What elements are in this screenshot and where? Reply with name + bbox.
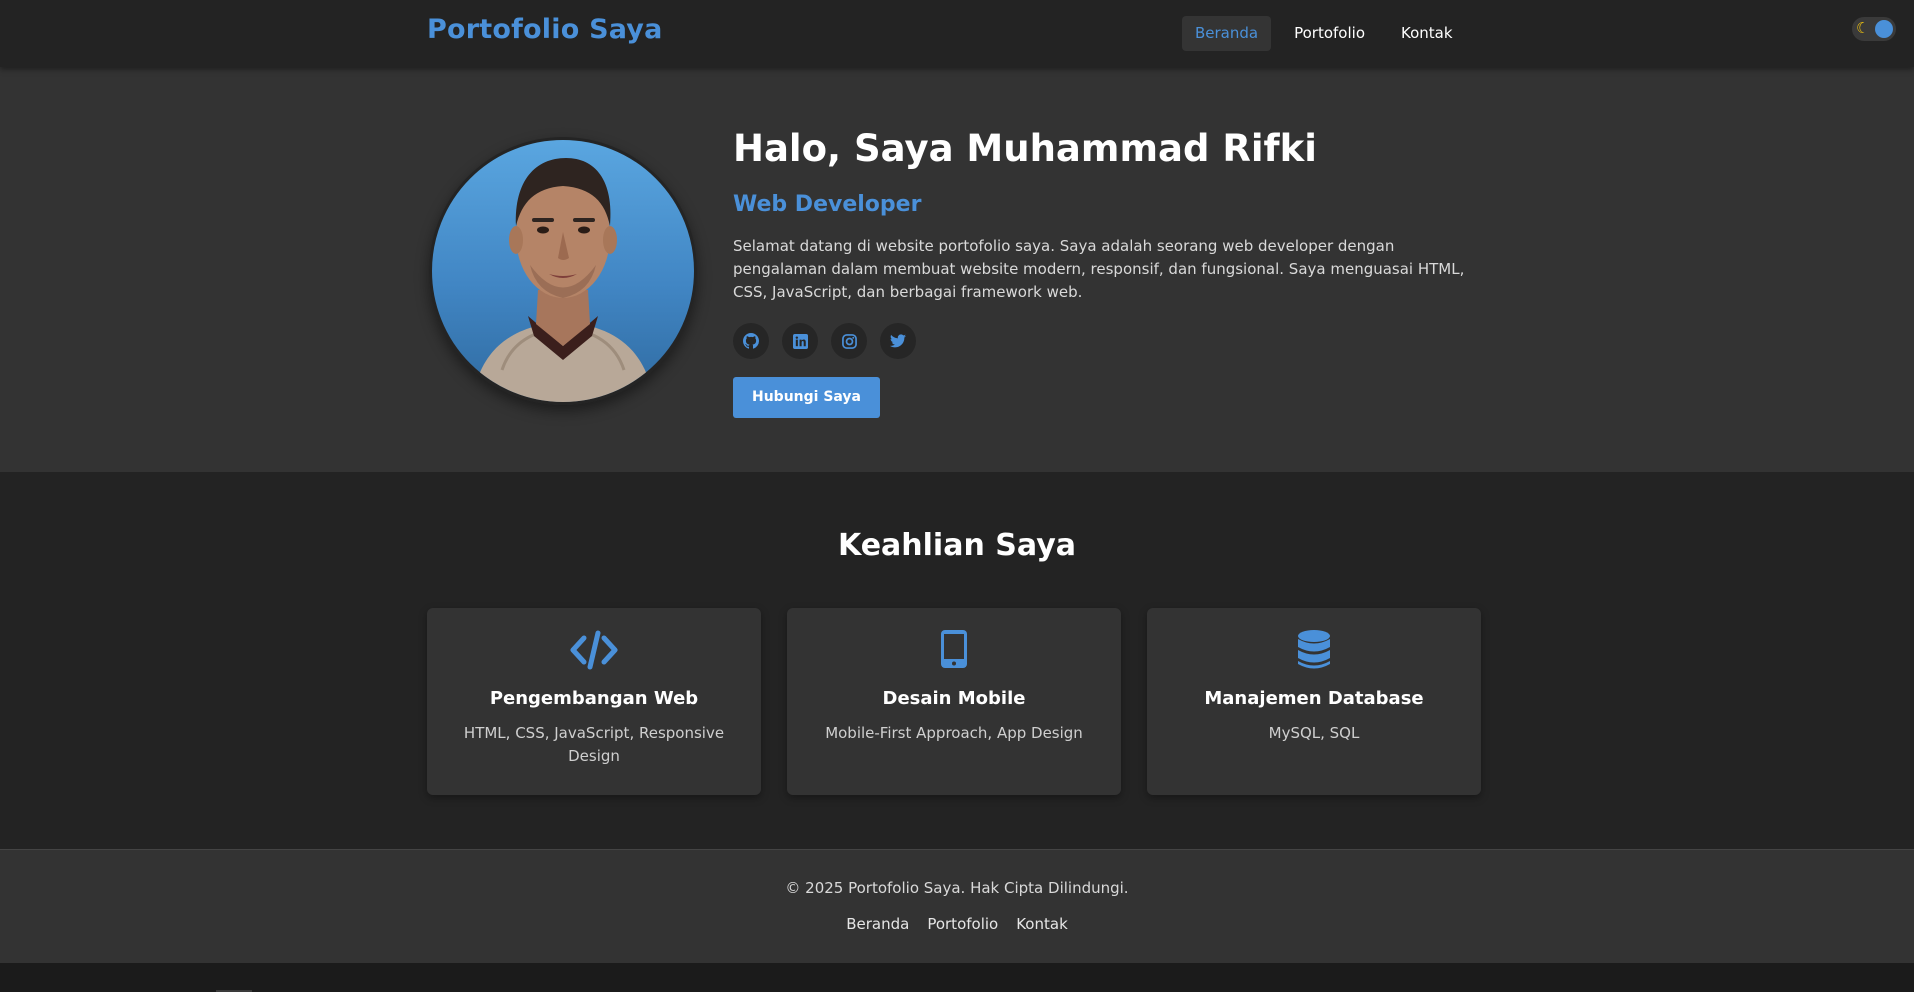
skills-title: Keahlian Saya xyxy=(837,528,1076,563)
database-icon xyxy=(1147,630,1481,670)
toggle-knob xyxy=(1875,20,1893,38)
navbar: Portofolio Saya Beranda Portofolio Konta… xyxy=(0,0,1914,67)
copyright-text: © 2025 Portofolio Saya. Hak Cipta Dilind… xyxy=(785,879,1129,897)
skill-card-title: Pengembangan Web xyxy=(489,688,699,709)
theme-toggle[interactable]: ☾ xyxy=(1852,17,1896,41)
page-bottom-edge xyxy=(0,963,1914,992)
github-icon[interactable] xyxy=(733,323,769,359)
skill-card-desc: Mobile-First Approach, App Design xyxy=(825,724,1083,742)
skill-card-title: Desain Mobile xyxy=(882,688,1026,709)
brand-logo[interactable]: Portofolio Saya xyxy=(427,14,663,45)
skill-card-web: Pengembangan Web HTML, CSS, JavaScript, … xyxy=(427,608,761,795)
twitter-icon[interactable] xyxy=(880,323,916,359)
hero-title: Halo, Saya Muhammad Rifki xyxy=(733,127,1317,170)
footer: © 2025 Portofolio Saya. Hak Cipta Dilind… xyxy=(0,849,1914,963)
nav-link-portofolio[interactable]: Portofolio xyxy=(1281,16,1378,51)
mobile-icon xyxy=(787,630,1121,670)
skill-card-mobile: Desain Mobile Mobile-First Approach, App… xyxy=(787,608,1121,795)
hero-section: Halo, Saya Muhammad Rifki Web Developer … xyxy=(0,67,1914,472)
profile-illustration xyxy=(472,158,654,402)
hero-description: Selamat datang di website portofolio say… xyxy=(733,237,1465,301)
profile-photo xyxy=(429,137,697,405)
code-icon xyxy=(427,630,761,670)
nav-link-beranda[interactable]: Beranda xyxy=(1182,16,1272,51)
skill-card-database: Manajemen Database MySQL, SQL xyxy=(1147,608,1481,795)
skill-card-desc: HTML, CSS, JavaScript, Responsive Design xyxy=(463,724,725,765)
main-nav: Beranda Portofolio Kontak xyxy=(1182,16,1466,51)
skills-section: Keahlian Saya Pengembangan Web HTML, CSS… xyxy=(0,472,1914,849)
footer-link-portofolio[interactable]: Portofolio xyxy=(927,915,998,933)
footer-link-beranda[interactable]: Beranda xyxy=(846,915,909,933)
contact-me-button[interactable]: Hubungi Saya xyxy=(733,377,880,418)
moon-icon: ☾ xyxy=(1856,19,1870,37)
nav-link-kontak[interactable]: Kontak xyxy=(1388,16,1466,51)
skill-card-desc: MySQL, SQL xyxy=(1268,724,1360,742)
social-links xyxy=(733,323,916,359)
hero-subtitle: Web Developer xyxy=(733,192,922,217)
footer-nav: Beranda Portofolio Kontak xyxy=(0,915,1914,933)
skill-card-title: Manajemen Database xyxy=(1204,688,1424,709)
linkedin-icon[interactable] xyxy=(782,323,818,359)
footer-link-kontak[interactable]: Kontak xyxy=(1016,915,1068,933)
instagram-icon[interactable] xyxy=(831,323,867,359)
